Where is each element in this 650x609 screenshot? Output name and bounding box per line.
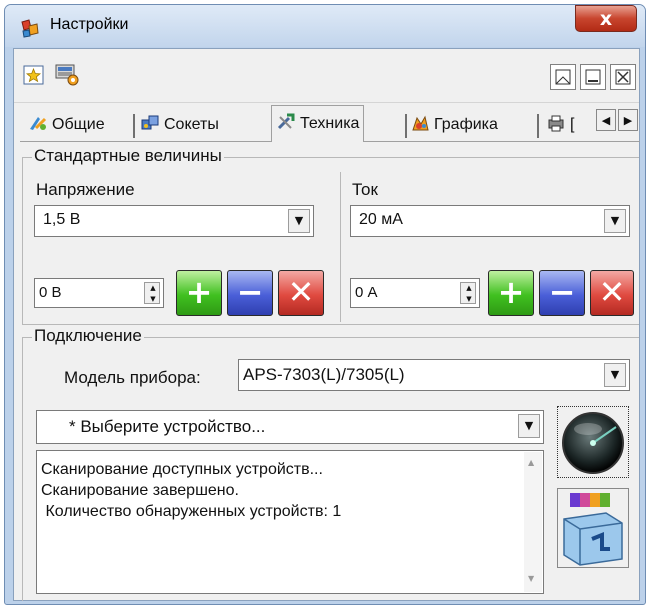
app-icon xyxy=(20,18,40,38)
delete-voltage-button[interactable]: ✕ xyxy=(278,270,324,316)
chevron-down-icon[interactable]: ▼ xyxy=(604,209,626,233)
voltage-select[interactable]: 1,5 В ▼ xyxy=(34,205,314,237)
close-panel-button[interactable] xyxy=(610,64,636,90)
add-voltage-button[interactable]: + xyxy=(176,270,222,316)
tab-separator xyxy=(133,114,135,138)
tab-general[interactable]: Общие xyxy=(28,110,105,140)
scroll-down-icon[interactable]: ▼ xyxy=(528,574,534,583)
tab-label: Графика xyxy=(434,116,498,133)
device-model-value: APS-7303(L)/7305(L) xyxy=(243,365,405,384)
log-line: Количество обнаруженных устройств: 1 xyxy=(41,503,342,520)
tab-print[interactable]: [ xyxy=(546,110,574,140)
voltage-selected-value: 1,5 В xyxy=(43,211,81,228)
chevron-down-icon[interactable]: ▼ xyxy=(518,414,540,438)
tab-separator xyxy=(405,114,407,138)
current-select[interactable]: 20 мА ▼ xyxy=(350,205,630,237)
current-spin-buttons[interactable]: ▲ ▼ xyxy=(460,282,476,304)
chevron-down-icon[interactable]: ▼ xyxy=(604,363,626,387)
printer-icon xyxy=(548,115,564,132)
tab-label: Техника xyxy=(300,115,360,132)
tab-separator xyxy=(537,114,539,138)
voltage-spin-buttons[interactable]: ▲ ▼ xyxy=(144,282,160,304)
remove-current-button[interactable]: − xyxy=(539,270,585,316)
log-scrollbar[interactable]: ▲ ▼ xyxy=(524,452,542,592)
device-model-label: Модель прибора: xyxy=(64,368,201,387)
connection-title: Подключение xyxy=(32,326,144,346)
tools-icon xyxy=(277,113,295,130)
spin-up-icon[interactable]: ▲ xyxy=(461,283,477,294)
tabs-scroll-right-button[interactable]: ▶ xyxy=(618,109,638,131)
settings-icon xyxy=(30,117,47,130)
current-spin-input[interactable]: 0 А ▲ ▼ xyxy=(350,278,480,308)
device-select-value: * Выберите устройство... xyxy=(69,417,266,436)
sockets-icon xyxy=(141,115,159,130)
current-label: Ток xyxy=(352,180,378,199)
pin-button[interactable] xyxy=(550,64,576,90)
add-current-button[interactable]: + xyxy=(488,270,534,316)
group-divider xyxy=(340,172,341,322)
scan-devices-button[interactable] xyxy=(557,406,629,478)
connector-icon xyxy=(563,493,623,566)
connect-device-button[interactable] xyxy=(557,488,629,568)
tab-label: [ xyxy=(570,116,575,133)
current-spin-value: 0 А xyxy=(355,284,378,301)
voltage-label: Напряжение xyxy=(36,180,135,199)
device-model-select[interactable]: APS-7303(L)/7305(L) ▼ xyxy=(238,359,630,391)
voltage-spin-value: 0 В xyxy=(39,284,62,301)
chevron-down-icon[interactable]: ▼ xyxy=(288,209,310,233)
log-line: Сканирование завершено. xyxy=(41,482,239,499)
tab-sockets[interactable]: Сокеты xyxy=(140,110,219,140)
scroll-up-icon[interactable]: ▲ xyxy=(528,458,534,467)
tab-label: Общие xyxy=(52,116,105,133)
minimize-button[interactable] xyxy=(580,64,606,90)
remove-voltage-button[interactable]: − xyxy=(227,270,273,316)
voltage-spin-input[interactable]: 0 В ▲ ▼ xyxy=(34,278,164,308)
spin-down-icon[interactable]: ▼ xyxy=(461,294,477,305)
close-button[interactable]: x xyxy=(575,5,637,32)
tab-technique[interactable]: Техника xyxy=(271,105,365,142)
device-settings-icon[interactable] xyxy=(54,63,80,87)
window-title: Настройки xyxy=(50,16,129,33)
favorites-icon[interactable] xyxy=(22,63,46,87)
spin-up-icon[interactable]: ▲ xyxy=(145,283,161,294)
device-select[interactable]: * Выберите устройство... ▼ xyxy=(36,410,544,444)
scan-log[interactable]: Сканирование доступных устройств... Скан… xyxy=(36,450,544,594)
toolbar xyxy=(14,49,639,103)
radar-icon xyxy=(562,412,624,474)
graphics-icon xyxy=(412,115,429,131)
tab-label: Сокеты xyxy=(164,116,219,133)
tab-graphics[interactable]: Графика xyxy=(410,110,498,140)
spin-down-icon[interactable]: ▼ xyxy=(145,294,161,305)
delete-current-button[interactable]: ✕ xyxy=(590,270,634,316)
tabs-scroll-left-button[interactable]: ◀ xyxy=(596,109,616,131)
log-line: Сканирование доступных устройств... xyxy=(41,461,323,478)
current-selected-value: 20 мА xyxy=(359,211,403,228)
standard-values-title: Стандартные величины xyxy=(32,146,224,166)
